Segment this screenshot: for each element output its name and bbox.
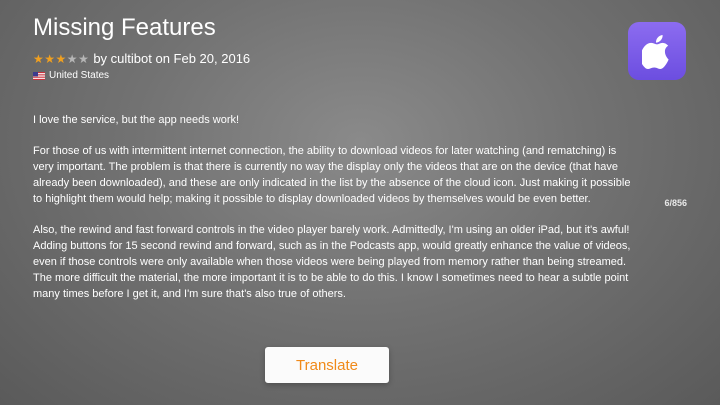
review-paragraph: I love the service, but the app needs wo…	[33, 114, 240, 126]
review-country: United States	[33, 70, 109, 81]
star-icon: ★	[78, 51, 89, 66]
star-icon: ★	[55, 51, 67, 66]
star-rating: ★ ★ ★ ★ ★	[33, 53, 89, 65]
review-body: I love the service, but the app needs wo…	[33, 112, 633, 317]
star-icon: ★	[44, 51, 56, 66]
review-paragraph: Also, the rewind and fast forward contro…	[33, 224, 631, 300]
us-flag-icon	[33, 71, 45, 80]
review-title: Missing Features	[33, 14, 216, 41]
review-page-counter: 6/856	[664, 198, 687, 208]
review-meta: ★ ★ ★ ★ ★ by cultibot on Feb 20, 2016	[33, 51, 250, 66]
country-label: United States	[49, 70, 110, 81]
review-paragraph: For those of us with intermittent intern…	[33, 145, 631, 205]
apple-logo-icon	[642, 35, 669, 69]
app-icon	[628, 22, 686, 80]
review-byline: by cultibot on Feb 20, 2016	[93, 51, 251, 66]
star-icon: ★	[66, 51, 78, 66]
translate-button[interactable]: Translate	[265, 347, 389, 383]
star-icon: ★	[33, 51, 44, 66]
